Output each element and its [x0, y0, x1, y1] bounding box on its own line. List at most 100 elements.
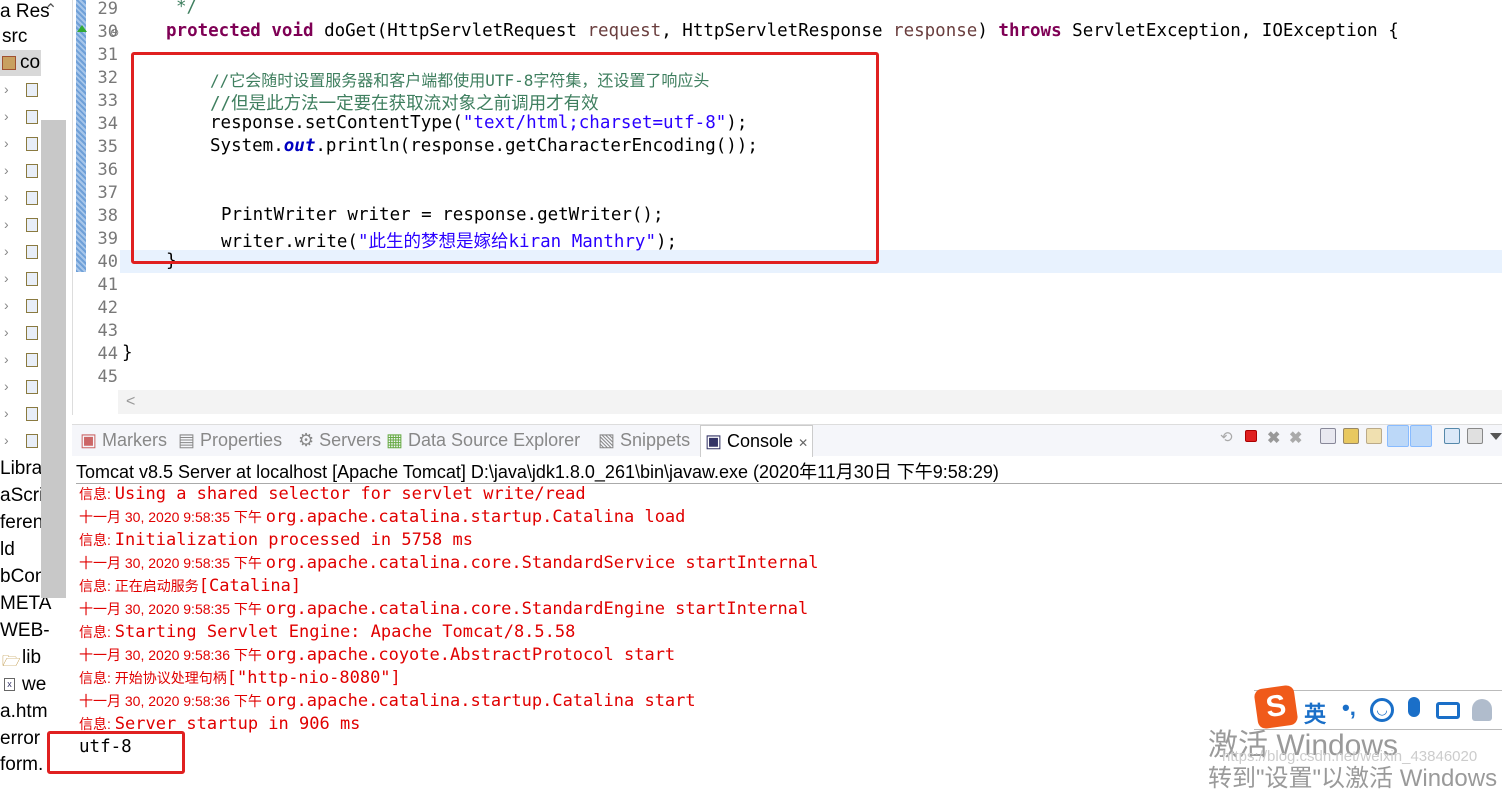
console-line: 信息: 开始协议处理句柄["http-nio-8080"] [79, 668, 401, 688]
tab-servers[interactable]: ⚙ Servers [298, 430, 381, 451]
scroll-lock-icon[interactable] [1343, 428, 1359, 444]
clear-console-icon[interactable] [1320, 428, 1336, 444]
java-file-icon[interactable] [26, 110, 38, 124]
tab-console[interactable]: ▣ Console ✕ [700, 425, 814, 457]
expand-chevron-icon[interactable]: › [4, 135, 9, 151]
tab-properties[interactable]: ▤ Properties [178, 430, 282, 451]
line-number: 36 [97, 160, 118, 180]
java-file-icon[interactable] [26, 245, 38, 259]
java-file-icon[interactable] [26, 137, 38, 151]
line-number: 37 [97, 183, 118, 203]
code-line-30: protected void doGet(HttpServletRequest … [166, 21, 1399, 41]
expand-chevron-icon[interactable]: › [4, 405, 9, 421]
tree-item-webcontent[interactable]: bCon [0, 564, 45, 590]
java-file-icon[interactable] [26, 218, 38, 232]
show-on-stderr-icon[interactable] [1410, 425, 1432, 447]
pin-disconnect-icon[interactable]: ⟲ [1220, 428, 1236, 446]
tree-item-html[interactable]: a.htm [0, 699, 48, 725]
expand-chevron-icon[interactable]: › [4, 297, 9, 313]
expand-chevron-icon[interactable]: › [4, 243, 9, 259]
line-number: 35 [97, 137, 118, 157]
expand-chevron-icon[interactable]: › [4, 270, 9, 286]
word-wrap-icon[interactable] [1366, 428, 1382, 444]
console-line: 信息: Starting Servlet Engine: Apache Tomc… [79, 622, 576, 642]
code-line-29: */ [176, 0, 198, 17]
remove-all-icon[interactable]: ✖ [1289, 428, 1305, 447]
java-file-icon[interactable] [26, 326, 38, 340]
expand-chevron-icon[interactable]: › [4, 351, 9, 367]
line-number: 33 [97, 91, 118, 111]
line-number: 34 [97, 114, 118, 134]
console-line: 信息: 正在启动服务[Catalina] [79, 576, 302, 596]
java-file-icon[interactable] [26, 272, 38, 286]
ime-punctuation-toggle[interactable]: •, [1342, 695, 1356, 721]
console-line: 十一月 30, 2020 9:58:35 下午 org.apache.catal… [79, 599, 809, 619]
terminate-icon[interactable] [1245, 430, 1257, 442]
java-file-icon[interactable] [26, 353, 38, 367]
highlight-box-code [131, 52, 879, 264]
tree-item-form[interactable]: form. [0, 752, 43, 776]
markers-icon: ▣ [80, 430, 98, 450]
console-line: 十一月 30, 2020 9:58:36 下午 org.apache.catal… [79, 691, 696, 711]
collapse-up-icon[interactable]: ⌃ [44, 0, 57, 20]
tree-item-javascript[interactable]: aScri [0, 483, 43, 509]
tree-item-web-inf[interactable]: WEB- [0, 618, 50, 644]
java-file-icon[interactable] [26, 299, 38, 313]
java-file-icon[interactable] [26, 164, 38, 178]
properties-icon: ▤ [178, 430, 196, 450]
tree-item-libraries[interactable]: Libra [0, 456, 42, 482]
remove-launch-icon[interactable]: ✖ [1267, 428, 1283, 447]
close-console-icon[interactable]: ✕ [798, 436, 808, 450]
java-file-icon[interactable] [26, 191, 38, 205]
line-number: 45 [97, 367, 118, 387]
line-number: 29 [97, 0, 118, 19]
code-line-44: } [122, 343, 133, 363]
view-menu-icon[interactable] [1490, 433, 1502, 440]
expand-chevron-icon[interactable]: › [4, 216, 9, 232]
tab-snippets[interactable]: ▧ Snippets [598, 430, 690, 451]
data-source-icon: ▦ [386, 430, 404, 450]
microphone-icon[interactable] [1408, 697, 1420, 717]
expand-chevron-icon[interactable]: › [4, 162, 9, 178]
editor-horizontal-scrollbar[interactable]: < [118, 390, 1502, 414]
tree-item-web-xml[interactable]: we [22, 672, 46, 698]
tree-item-error[interactable]: error [0, 726, 40, 752]
fold-icon[interactable]: ⊖ [110, 26, 119, 39]
java-file-icon[interactable] [26, 380, 38, 394]
show-on-stdout-icon[interactable] [1387, 425, 1409, 447]
line-number: 38 [97, 206, 118, 226]
tree-item-references[interactable]: feren [0, 510, 43, 536]
line-number: 39 [97, 229, 118, 249]
emoji-icon[interactable]: ◡ [1370, 698, 1394, 722]
change-ruler [76, 0, 86, 272]
expand-chevron-icon[interactable]: › [4, 81, 9, 97]
keyboard-icon[interactable] [1436, 702, 1460, 719]
line-number: 44 [97, 344, 118, 364]
tree-item-lib[interactable]: lib [22, 645, 41, 671]
java-file-icon[interactable] [26, 434, 38, 448]
expand-chevron-icon[interactable]: › [4, 108, 9, 124]
expand-chevron-icon[interactable]: › [4, 189, 9, 205]
display-console-icon[interactable] [1467, 428, 1483, 444]
expand-chevron-icon[interactable]: › [4, 378, 9, 394]
xml-file-icon: x [4, 678, 15, 691]
tree-item-build[interactable]: ld [0, 537, 15, 563]
console-line: 十一月 30, 2020 9:58:35 下午 org.apache.catal… [79, 507, 686, 527]
java-file-icon[interactable] [26, 83, 38, 97]
pin-console-icon[interactable] [1444, 428, 1460, 444]
console-icon: ▣ [705, 431, 723, 451]
tree-item-src[interactable]: src [2, 24, 27, 50]
tree-item-project[interactable]: a Res [0, 0, 50, 25]
tab-data-source-explorer[interactable]: ▦ Data Source Explorer [386, 430, 580, 451]
bottom-panel-tabs: ▣ Markers ▤ Properties ⚙ Servers ▦ Data … [72, 424, 1502, 457]
expand-chevron-icon[interactable]: › [4, 324, 9, 340]
line-number: 41 [97, 275, 118, 295]
expand-chevron-icon[interactable]: › [4, 432, 9, 448]
tab-markers[interactable]: ▣ Markers [80, 430, 167, 451]
console-line: 信息: Initialization processed in 5758 ms [79, 530, 474, 550]
java-file-icon[interactable] [26, 407, 38, 421]
csdn-watermark: https://blog.csdn.net/weixin_43846020 [1222, 748, 1478, 765]
sidebar-scrollbar[interactable] [41, 120, 66, 598]
user-icon[interactable] [1472, 699, 1492, 721]
servers-icon: ⚙ [298, 430, 315, 450]
